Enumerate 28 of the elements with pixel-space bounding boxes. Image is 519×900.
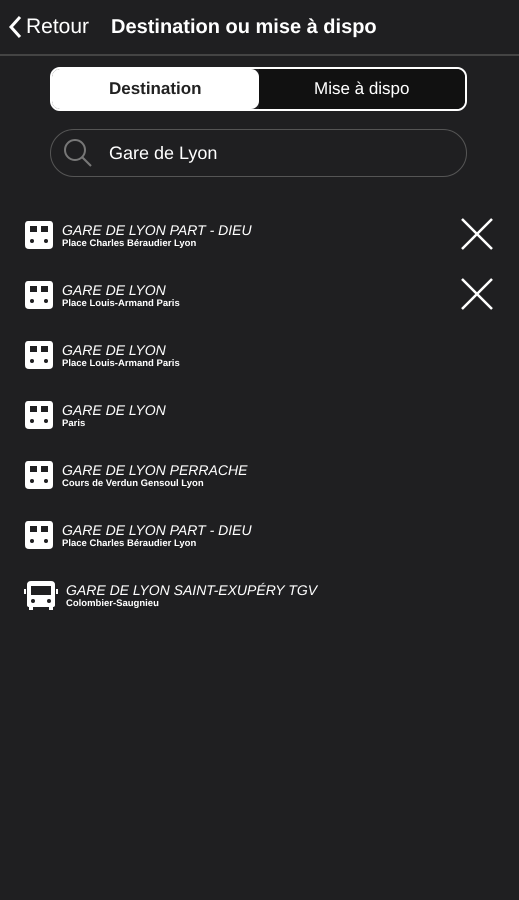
search-field[interactable]: Gare de Lyon [50,129,467,177]
place-address: Paris [62,418,86,428]
tab[interactable]: Mise à dispo [258,69,465,109]
bus-icon [24,579,58,611]
place-address: Cours de Verdun Gensoul Lyon [62,478,205,488]
train-icon [24,279,54,311]
screen-title: Destination ou mise à dispo [111,16,377,38]
train-icon [24,219,54,251]
tab[interactable]: Destination [52,69,258,109]
place-name[interactable]: GARE DE LYON SAINT-EXUPÉRY TGV [66,582,495,598]
back-icon [8,15,22,39]
place-name[interactable]: GARE DE LYON PART - DIEU [62,522,495,538]
place-address: Place Louis-Armand Paris [62,298,181,308]
back-button[interactable]: Retour [8,15,90,39]
train-icon [24,519,54,551]
place-address: Place Charles Béraudier Lyon [62,538,198,548]
place-name[interactable]: GARE DE LYON [62,402,495,418]
place-address: Colombier-Saugnieu [66,598,160,608]
search-icon [62,137,94,169]
place-name[interactable]: GARE DE LYON [62,342,495,358]
train-icon [24,399,54,431]
place-address: Place Louis-Armand Paris [62,358,181,368]
place-name[interactable]: GARE DE LYON [62,282,451,298]
place-address: Place Charles Béraudier Lyon [62,238,198,248]
place-name[interactable]: GARE DE LYON PART - DIEU [62,222,451,238]
train-icon [24,339,54,371]
place-name[interactable]: GARE DE LYON PERRACHE [62,462,495,478]
train-icon [24,459,54,491]
